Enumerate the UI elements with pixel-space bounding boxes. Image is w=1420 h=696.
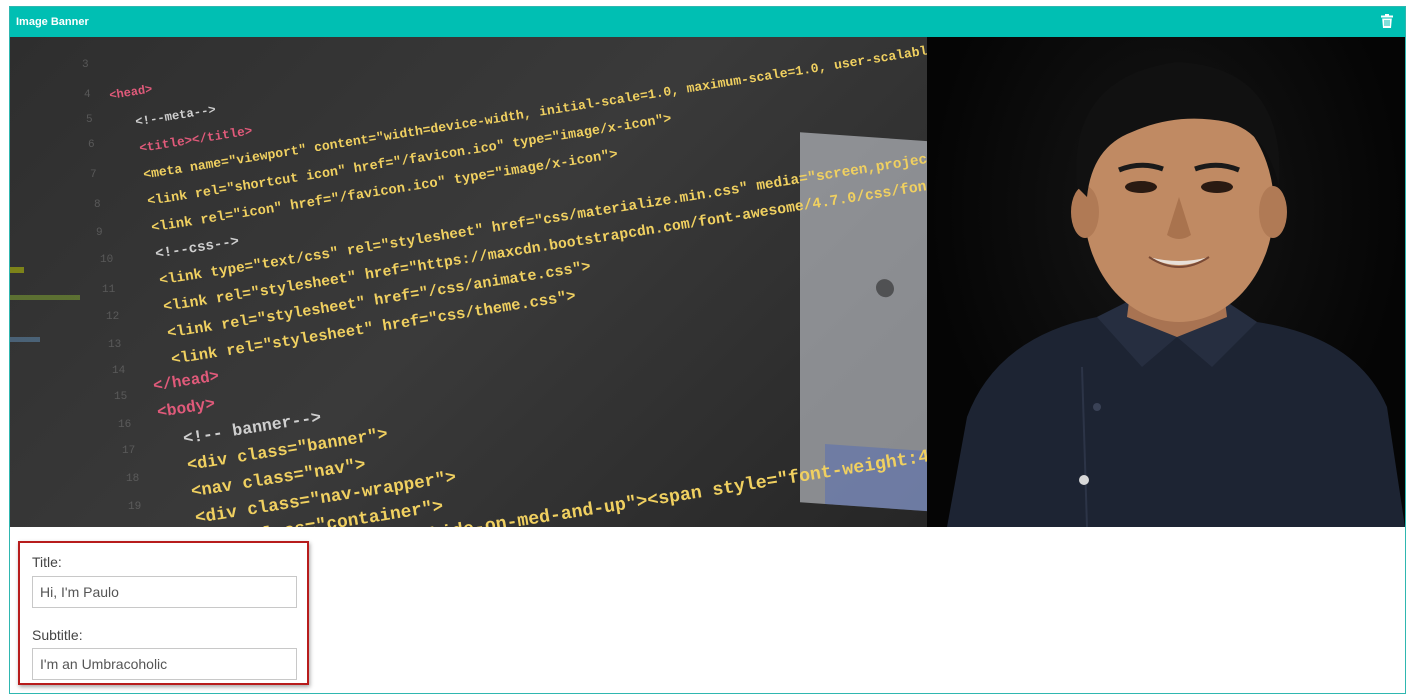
title-input[interactable] xyxy=(32,576,297,608)
banner-fields-form: Title: Subtitle: xyxy=(18,541,309,685)
code-listing: 345 678 91011 121314 151617 1819 <head><… xyxy=(10,37,927,527)
subtitle-input[interactable] xyxy=(32,648,297,680)
trash-icon[interactable] xyxy=(1381,14,1393,28)
panel-title: Image Banner xyxy=(16,16,89,28)
code-line: <head> xyxy=(108,82,153,103)
svg-text:5: 5 xyxy=(86,114,93,126)
code-line: <title></title> xyxy=(138,123,253,156)
svg-text:8: 8 xyxy=(94,199,101,211)
code-screen-photo: 345 678 9 10 11 12 13 14 15 16 17 18 19 <head> <… xyxy=(10,37,927,527)
svg-text:6: 6 xyxy=(88,139,95,151)
banner-image: 345 678 9 10 11 12 13 14 15 16 17 18 19 <head> <… xyxy=(10,37,1405,527)
svg-text:7: 7 xyxy=(90,169,97,181)
panel-header: Image Banner xyxy=(10,7,1405,37)
svg-text:18: 18 xyxy=(126,473,139,485)
svg-text:12: 12 xyxy=(106,311,119,323)
svg-text:3: 3 xyxy=(82,59,89,71)
svg-text:13: 13 xyxy=(108,339,121,351)
code-line: <!--css--> xyxy=(154,234,240,263)
code-line: <body> xyxy=(156,395,216,422)
image-banner-panel: Image Banner 3 4 5 6 7 8 9 10 11 12 13 14 15… xyxy=(9,6,1406,694)
subtitle-label: Subtitle: xyxy=(32,627,83,643)
svg-text:4: 4 xyxy=(84,89,91,101)
profile-photo xyxy=(927,37,1405,527)
title-label: Title: xyxy=(32,554,62,570)
svg-text:14: 14 xyxy=(112,365,126,377)
svg-text:19: 19 xyxy=(128,501,141,513)
code-line: <!--meta--> xyxy=(134,103,216,130)
svg-text:9: 9 xyxy=(96,227,103,239)
person-portrait xyxy=(947,62,1405,527)
svg-text:15: 15 xyxy=(114,391,127,403)
svg-text:11: 11 xyxy=(102,284,116,296)
code-line: </head> xyxy=(152,367,220,395)
svg-text:17: 17 xyxy=(122,445,135,457)
svg-text:10: 10 xyxy=(100,254,113,266)
svg-text:16: 16 xyxy=(118,419,131,431)
